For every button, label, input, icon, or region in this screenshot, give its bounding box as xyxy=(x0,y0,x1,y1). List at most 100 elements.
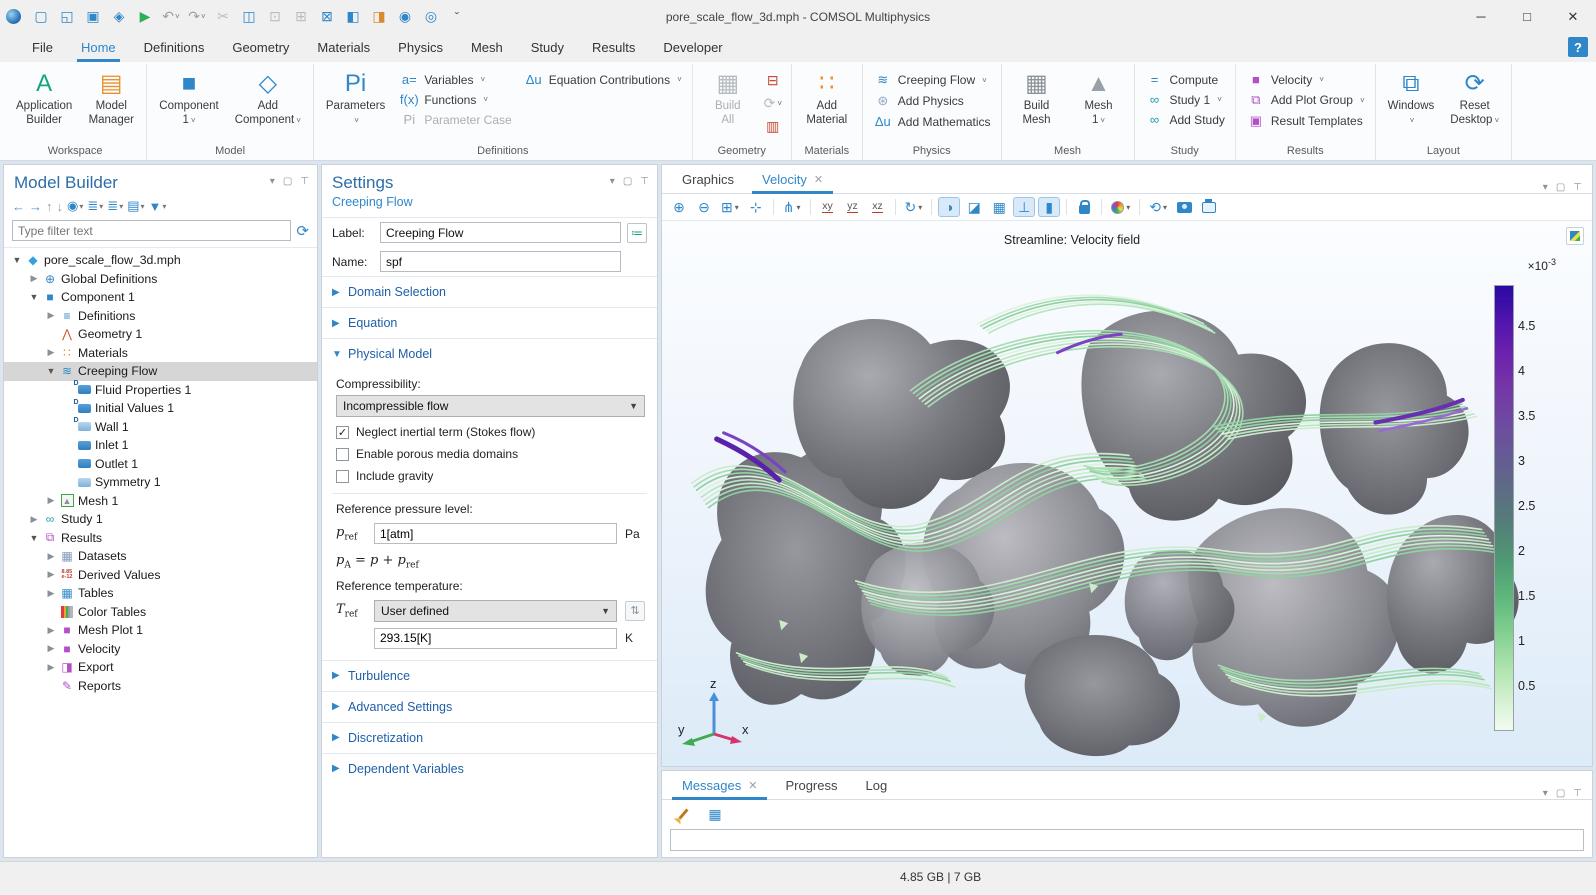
section-dependent-variables[interactable]: ▶Dependent Variables xyxy=(322,753,657,784)
new-file-button[interactable]: ▢ xyxy=(29,5,53,29)
tree-item-results[interactable]: ▼⧉Results xyxy=(4,529,317,548)
messages-tab-log[interactable]: Log xyxy=(852,771,902,799)
duplicate-button[interactable]: ⊞ xyxy=(289,5,313,29)
tree-expander[interactable]: ▶ xyxy=(27,273,41,284)
clear-selection-button[interactable]: ◨ xyxy=(367,5,391,29)
message-table-icon[interactable]: ▦ xyxy=(704,804,726,824)
select-box-button[interactable]: ◧ xyxy=(341,5,365,29)
run-button[interactable]: ▶ xyxy=(133,5,157,29)
maximize-button[interactable]: □ xyxy=(1504,0,1550,33)
zoom-in-icon[interactable]: ⊕ xyxy=(668,197,690,217)
velocity-plot-button[interactable]: ■Velocity˅ xyxy=(1242,71,1369,88)
add-physics-button[interactable]: ⊛Add Physics xyxy=(869,92,995,110)
menu-definitions[interactable]: Definitions xyxy=(130,33,219,62)
tree-item-derived-values[interactable]: ▶8.85 e-12Derived Values xyxy=(4,566,317,585)
tree-expander[interactable]: ▶ xyxy=(44,347,58,358)
color-legend-icon[interactable]: ▮ xyxy=(1038,197,1060,217)
panel-menu-icon[interactable]: ▾ xyxy=(610,176,615,187)
rotate-view-icon[interactable]: ↻▾ xyxy=(902,197,926,217)
panel-menu-icon[interactable]: ▾ xyxy=(270,176,275,187)
rename-toggle-button[interactable]: ≔ xyxy=(627,223,647,243)
add-plot-group-button[interactable]: ⧉Add Plot Group˅ xyxy=(1242,91,1369,109)
update-geometry-button[interactable]: ⟳˅ xyxy=(761,93,785,113)
close-tab-icon[interactable]: ✕ xyxy=(814,173,823,186)
result-templates-button[interactable]: ▣Result Templates xyxy=(1242,112,1369,130)
tree-item-study-1[interactable]: ▶∞Study 1 xyxy=(4,510,317,529)
menu-study[interactable]: Study xyxy=(517,33,578,62)
variables-button[interactable]: a=Variables˅ xyxy=(395,71,515,88)
reset-desktop-button[interactable]: ⟳ResetDesktop˅ xyxy=(1444,65,1505,143)
temperature-list-button[interactable]: ⇅ xyxy=(625,601,645,621)
section-domain-selection[interactable]: ▶Domain Selection xyxy=(322,276,657,307)
tree-expander[interactable]: ▶ xyxy=(44,625,58,636)
color-palette-icon[interactable]: ▾ xyxy=(1108,197,1133,217)
add-mathematics-button[interactable]: ΔuAdd Mathematics xyxy=(869,113,995,130)
forward-icon[interactable]: → xyxy=(29,199,42,214)
tree-item-wall-1[interactable]: Wall 1 xyxy=(4,418,317,437)
undo-button[interactable]: ↶˅ xyxy=(159,5,183,29)
tree-expander[interactable]: ▶ xyxy=(44,643,58,654)
messages-output[interactable] xyxy=(670,829,1584,851)
back-icon[interactable]: ← xyxy=(12,199,25,214)
close-tab-icon[interactable]: ✕ xyxy=(748,779,757,792)
equation-contributions-button[interactable]: ΔuEquation Contributions˅ xyxy=(520,71,686,88)
tree-expander[interactable]: ▶ xyxy=(44,569,58,580)
menu-materials[interactable]: Materials xyxy=(303,33,384,62)
filter-icon[interactable]: ▼▾ xyxy=(149,199,167,214)
messages-tab-progress[interactable]: Progress xyxy=(771,771,851,799)
add-study-button[interactable]: ∞Add Study xyxy=(1141,111,1229,128)
tree-expander[interactable]: ▼ xyxy=(10,255,24,265)
tree-expander[interactable]: ▶ xyxy=(44,495,58,506)
messages-tab-messages[interactable]: Messages✕ xyxy=(668,771,771,799)
go-to-xz-view-button[interactable]: xz xyxy=(867,197,889,217)
tree-item-definitions[interactable]: ▶≡Definitions xyxy=(4,307,317,326)
section-discretization[interactable]: ▶Discretization xyxy=(322,722,657,753)
lock-icon[interactable] xyxy=(1073,197,1095,217)
tree-item-initial-values-1[interactable]: Initial Values 1 xyxy=(4,399,317,418)
float-panel-icon[interactable]: ▢ xyxy=(1556,182,1565,193)
tree-item-inlet-1[interactable]: Inlet 1 xyxy=(4,436,317,455)
zoom-out-icon[interactable]: ⊖ xyxy=(693,197,715,217)
close-button[interactable]: ✕ xyxy=(1550,0,1596,33)
windows-button[interactable]: ⧉Windows˅ xyxy=(1382,65,1441,143)
add-component-button[interactable]: ◇AddComponent˅ xyxy=(229,65,307,143)
tree-expander[interactable]: ▼ xyxy=(27,533,41,543)
help-button[interactable]: ? xyxy=(1568,37,1588,57)
snapshot-icon[interactable] xyxy=(1173,197,1195,217)
cut-button[interactable]: ✂ xyxy=(211,5,235,29)
tree-expander[interactable]: ▶ xyxy=(27,514,41,525)
application-builder-button[interactable]: AApplicationBuilder xyxy=(10,65,78,143)
tree-expander[interactable]: ▼ xyxy=(44,366,58,376)
section-turbulence[interactable]: ▶Turbulence xyxy=(322,660,657,691)
checkbox[interactable] xyxy=(336,470,349,483)
move-down-icon[interactable]: ↓ xyxy=(57,199,64,214)
zoom-box-icon[interactable]: ⊞▾ xyxy=(718,197,742,217)
checkbox-include-gravity[interactable]: Include gravity xyxy=(336,465,645,487)
tree-item-fluid-properties-1[interactable]: Fluid Properties 1 xyxy=(4,381,317,400)
clear-messages-icon[interactable] xyxy=(672,804,694,824)
tree-item-pore-scale-flow-3d-mph[interactable]: ▼◆pore_scale_flow_3d.mph xyxy=(4,251,317,270)
checkbox-neglect-inertial-term-stokes-f[interactable]: ✓Neglect inertial term (Stokes flow) xyxy=(336,421,645,443)
tree-expander[interactable]: ▶ xyxy=(44,588,58,599)
redo-button[interactable]: ↷˅ xyxy=(185,5,209,29)
tree-item-materials[interactable]: ▶∷Materials xyxy=(4,344,317,363)
tree-item-global-definitions[interactable]: ▶⊕Global Definitions xyxy=(4,270,317,289)
pin-panel-icon[interactable]: ⊤ xyxy=(1573,788,1582,799)
parameter-case-button[interactable]: PiParameter Case xyxy=(395,111,515,128)
menu-home[interactable]: Home xyxy=(67,33,130,62)
menu-results[interactable]: Results xyxy=(578,33,649,62)
physics-interface-select[interactable]: ≋Creeping Flow˅ xyxy=(869,71,995,89)
build-all-button[interactable]: ▦BuildAll xyxy=(699,65,757,143)
float-panel-icon[interactable]: ▢ xyxy=(1556,788,1565,799)
compressibility-select[interactable]: Incompressible flow ▼ xyxy=(336,395,645,417)
section-advanced-settings[interactable]: ▶Advanced Settings xyxy=(322,691,657,722)
grid-icon[interactable]: ▦ xyxy=(988,197,1010,217)
zoom-extents-icon[interactable]: ⊹ xyxy=(745,197,767,217)
section-physical-model[interactable]: ▼ Physical Model xyxy=(322,338,657,369)
functions-button[interactable]: f(x)Functions˅ xyxy=(395,91,515,108)
float-panel-icon[interactable]: ▢ xyxy=(623,176,632,187)
tree-item-velocity[interactable]: ▶■Velocity xyxy=(4,640,317,659)
open-button[interactable]: ◱ xyxy=(55,5,79,29)
tree-item-export[interactable]: ▶◨Export xyxy=(4,658,317,677)
tree-item-symmetry-1[interactable]: Symmetry 1 xyxy=(4,473,317,492)
